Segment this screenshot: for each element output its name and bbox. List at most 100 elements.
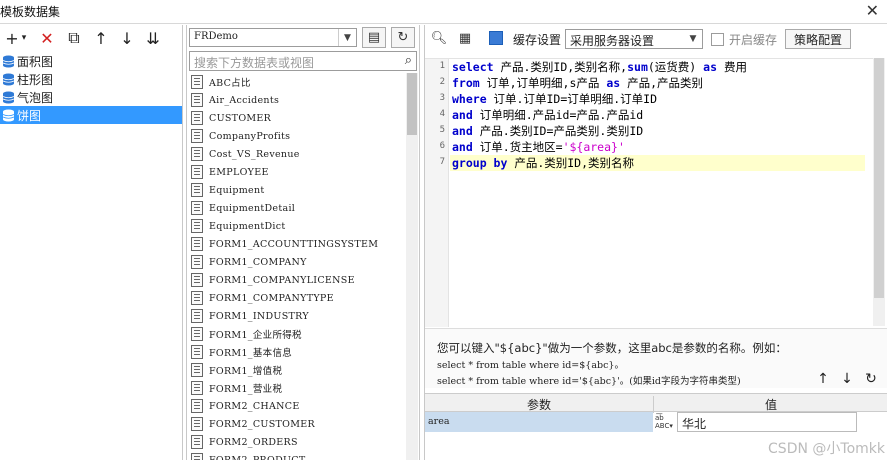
refresh-icon[interactable]: ↻ xyxy=(391,27,415,48)
column-header-param: 参数 xyxy=(526,398,551,412)
dataset-item[interactable]: 面积图 xyxy=(0,52,182,70)
parameter-name: area xyxy=(425,412,653,432)
connection-settings-icon[interactable]: ▤ xyxy=(362,27,386,48)
sort-icon[interactable]: ⇊ xyxy=(144,28,162,48)
strategy-config-button[interactable]: 策略配置 xyxy=(785,29,851,49)
table-name: FORM1_COMPANYTYPE xyxy=(209,292,334,304)
line-number: 2 xyxy=(439,77,445,87)
table-icon xyxy=(191,309,203,323)
cache-icon xyxy=(489,31,503,45)
table-list-item[interactable]: ABC占比 xyxy=(189,73,405,91)
table-list-item[interactable]: Equipment xyxy=(189,181,405,199)
preview-icon[interactable]: 🔍︎ xyxy=(431,30,448,46)
table-name: FORM1_COMPANYLICENSE xyxy=(209,274,355,286)
dataset-label: 面积图 xyxy=(17,54,54,69)
dataset-label: 饼图 xyxy=(17,108,42,123)
move-up-icon[interactable]: ↑ xyxy=(815,371,831,387)
sql-line: and 产品.类别ID=产品类别.类别ID xyxy=(452,124,644,138)
table-name: FORM1_INDUSTRY xyxy=(209,310,309,322)
search-icon[interactable]: ⌕ xyxy=(405,53,412,68)
dataset-dialog: 模板数据集 ✕ + ▾ ✕ ⧉ ↑ ↓ ⇊ 面积图 柱形图 气泡图 饼图 FRD… xyxy=(0,0,887,460)
refresh-icon[interactable]: ↻ xyxy=(863,371,879,387)
table-list-item[interactable]: FORM1_营业税 xyxy=(189,379,405,397)
string-type-icon[interactable]: a͞b ABC▾ xyxy=(655,414,675,430)
database-icon xyxy=(2,109,15,122)
table-list-item[interactable]: FORM2_CHANCE xyxy=(189,397,405,415)
table-list-item[interactable]: CUSTOMER xyxy=(189,109,405,127)
table-name: FORM1_增值税 xyxy=(209,366,283,377)
table-list-item[interactable]: Cost_VS_Revenue xyxy=(189,145,405,163)
table-name: EMPLOYEE xyxy=(209,166,269,178)
line-number: 6 xyxy=(439,141,445,151)
watermark: CSDN @小Tomkk xyxy=(768,441,885,457)
table-name: FORM1_企业所得税 xyxy=(209,330,302,341)
chevron-down-icon[interactable]: ▼ xyxy=(338,29,356,46)
dataset-panel: + ▾ ✕ ⧉ ↑ ↓ ⇊ 面积图 柱形图 气泡图 饼图 xyxy=(0,25,183,460)
database-icon xyxy=(2,55,15,68)
sql-toolbar: 🔍︎ ▦ 缓存设置 采用服务器设置 ▼ 开启缓存 策略配置 xyxy=(425,25,887,52)
title-bar: 模板数据集 ✕ xyxy=(0,0,887,24)
save-icon[interactable]: ▦ xyxy=(457,30,473,46)
cache-setting-select[interactable]: 采用服务器设置 ▼ xyxy=(565,29,703,49)
sql-editor[interactable]: 1 2 3 4 5 6 7 select 产品.类别ID,类别名称,sum(运货… xyxy=(425,58,873,327)
table-list-item[interactable]: FORM1_COMPANY xyxy=(189,253,405,271)
sql-line: select 产品.类别ID,类别名称,sum(运货费) as 费用 xyxy=(452,60,747,74)
connection-value: FRDemo xyxy=(194,31,238,42)
delete-icon[interactable]: ✕ xyxy=(38,28,56,48)
table-row[interactable]: area a͞b ABC▾ 华北 xyxy=(425,412,887,432)
hint-line: 您可以键入"${abc}"做为一个参数，这里abc是参数的名称。例如： xyxy=(437,341,787,355)
enable-cache-checkbox[interactable] xyxy=(711,33,724,46)
table-list-item[interactable]: CompanyProfits xyxy=(189,127,405,145)
move-down-icon[interactable]: ↓ xyxy=(118,28,136,48)
table-icon xyxy=(191,111,203,125)
table-list-item[interactable]: FORM1_COMPANYTYPE xyxy=(189,289,405,307)
table-icon xyxy=(191,327,203,341)
table-icon xyxy=(191,237,203,251)
chevron-down-icon[interactable]: ▼ xyxy=(684,30,702,48)
table-list-item[interactable]: FORM2_ORDERS xyxy=(189,433,405,451)
table-list-item[interactable]: FORM1_企业所得税 xyxy=(189,325,405,343)
sql-line: and 订单明细.产品id=产品.产品id xyxy=(452,108,644,122)
table-icon xyxy=(191,435,203,449)
add-dataset-icon[interactable]: + xyxy=(4,28,20,48)
move-down-icon[interactable]: ↓ xyxy=(839,371,855,387)
dataset-item-selected[interactable]: 饼图 xyxy=(0,106,182,124)
table-list-item[interactable]: FORM1_COMPANYLICENSE xyxy=(189,271,405,289)
table-list-item[interactable]: FORM2_PRODUCT xyxy=(189,451,405,460)
table-list-item[interactable]: FORM2_CUSTOMER xyxy=(189,415,405,433)
move-up-icon[interactable]: ↑ xyxy=(92,28,110,48)
table-search-input[interactable]: 搜索下方数据表或视图 ⌕ xyxy=(189,51,417,71)
table-name: CompanyProfits xyxy=(209,130,291,142)
scroll-thumb[interactable] xyxy=(407,73,417,135)
table-name: Air_Accidents xyxy=(209,94,280,106)
table-list-item[interactable]: FORM1_基本信息 xyxy=(189,343,405,361)
connection-select[interactable]: FRDemo ▼ xyxy=(189,28,357,47)
line-number-gutter: 1 2 3 4 5 6 7 xyxy=(425,59,449,327)
dataset-item[interactable]: 气泡图 xyxy=(0,88,182,106)
table-list-scrollbar[interactable] xyxy=(406,73,418,460)
database-icon xyxy=(2,73,15,86)
dataset-toolbar: + ▾ ✕ ⧉ ↑ ↓ ⇊ xyxy=(0,25,183,51)
table-list-item[interactable]: Air_Accidents xyxy=(189,91,405,109)
table-list-item[interactable]: FORM1_INDUSTRY xyxy=(189,307,405,325)
table-list-item[interactable]: FORM1_增值税 xyxy=(189,361,405,379)
table-icon xyxy=(191,129,203,143)
table-list-item[interactable]: EquipmentDetail xyxy=(189,199,405,217)
table-icon xyxy=(191,75,203,89)
add-dropdown-icon[interactable]: ▾ xyxy=(19,28,29,48)
table-list-item[interactable]: FORM1_ACCOUNTTINGSYSTEM xyxy=(189,235,405,253)
table-list-item[interactable]: EMPLOYEE xyxy=(189,163,405,181)
table-icon xyxy=(191,255,203,269)
dataset-item[interactable]: 柱形图 xyxy=(0,70,182,88)
table-name: FORM2_ORDERS xyxy=(209,436,298,448)
column-header-value: 值 xyxy=(653,396,887,413)
table-name: FORM2_CUSTOMER xyxy=(209,418,315,430)
close-icon[interactable]: ✕ xyxy=(866,1,879,20)
copy-icon[interactable]: ⧉ xyxy=(65,28,83,48)
table-name: ABC占比 xyxy=(209,78,251,89)
editor-scrollbar[interactable] xyxy=(873,58,885,326)
scroll-thumb[interactable] xyxy=(874,58,884,298)
cache-setting-value: 采用服务器设置 xyxy=(570,34,655,48)
table-list-item[interactable]: EquipmentDict xyxy=(189,217,405,235)
parameter-value-input[interactable]: 华北 xyxy=(677,412,857,432)
